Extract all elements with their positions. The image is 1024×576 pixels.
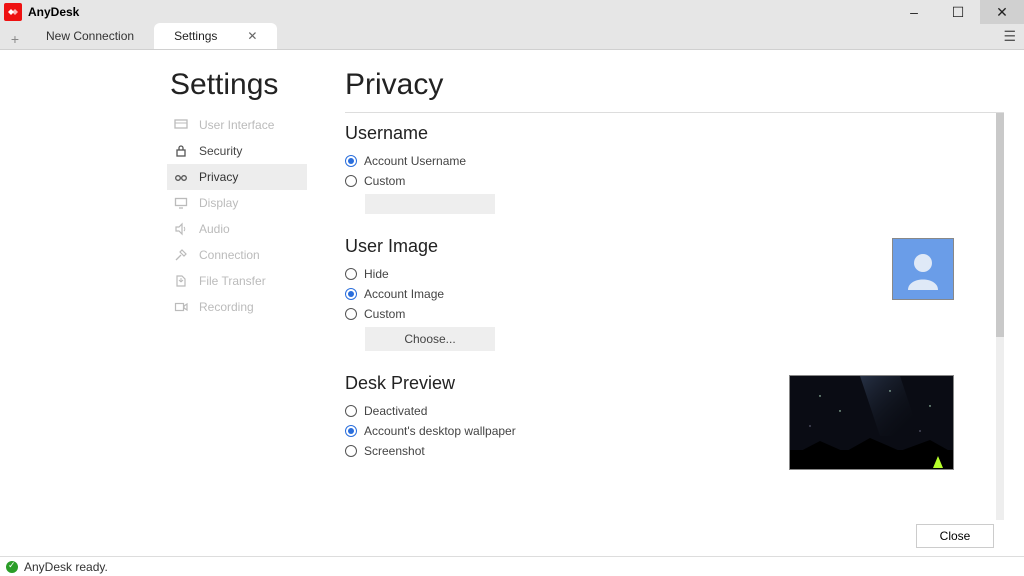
sidebar-item-label: Recording: [199, 300, 254, 314]
status-ok-icon: [6, 561, 18, 573]
plug-icon: [173, 247, 189, 263]
speaker-icon: [173, 221, 189, 237]
hamburger-menu-icon[interactable]: ☰: [1003, 28, 1016, 45]
sidebar-item-display[interactable]: Display: [167, 190, 307, 216]
status-text: AnyDesk ready.: [24, 560, 108, 574]
user-image-section: User Image Hide Account Image Custom Cho…: [345, 236, 994, 351]
sidebar-item-file-transfer[interactable]: File Transfer: [167, 268, 307, 294]
sidebar-item-recording[interactable]: Recording: [167, 294, 307, 320]
scrollbar-track[interactable]: [996, 113, 1004, 520]
glasses-icon: [173, 169, 189, 185]
scroll-area: Username Account Username Custom User Im…: [345, 112, 1004, 576]
sidebar-item-label: Connection: [199, 248, 260, 262]
username-section: Username Account Username Custom: [345, 123, 994, 214]
rec-icon: [173, 299, 189, 315]
new-tab-button[interactable]: +: [4, 29, 26, 49]
app-title: AnyDesk: [28, 5, 79, 19]
radio-icon: [345, 268, 357, 280]
radio-label: Account Username: [364, 154, 466, 168]
radio-custom-image[interactable]: Custom: [345, 307, 994, 321]
tab-settings[interactable]: Settings ✕: [154, 23, 277, 49]
section-title-username: Username: [345, 123, 994, 144]
file-icon: [173, 273, 189, 289]
tab-close-icon[interactable]: ✕: [247, 29, 257, 43]
content-area: Settings User Interface Security Privacy Di…: [0, 50, 1024, 576]
avatar-preview: [892, 238, 954, 300]
sidebar-item-label: Security: [199, 144, 242, 158]
desk-preview-section: Desk Preview Deactivated Account's deskt…: [345, 373, 994, 458]
titlebar: AnyDesk – ☐ ✕: [0, 0, 1024, 24]
radio-label: Account Image: [364, 287, 444, 301]
ui-icon: [173, 117, 189, 133]
settings-nav-column: Settings User Interface Security Privacy Di…: [150, 68, 345, 576]
lock-icon: [173, 143, 189, 159]
radio-icon: [345, 155, 357, 167]
window-controls: – ☐ ✕: [892, 0, 1024, 24]
settings-nav: User Interface Security Privacy Display Audi…: [167, 112, 307, 320]
monitor-icon: [173, 195, 189, 211]
sidebar-item-label: Privacy: [199, 170, 238, 184]
tab-new-connection[interactable]: New Connection: [26, 23, 154, 49]
settings-heading: Settings: [170, 68, 345, 102]
radio-label: Screenshot: [364, 444, 425, 458]
radio-icon: [345, 308, 357, 320]
tab-bar: + New Connection Settings ✕ ☰: [0, 24, 1024, 50]
sidebar-item-security[interactable]: Security: [167, 138, 307, 164]
radio-icon: [345, 288, 357, 300]
tab-label: New Connection: [46, 29, 134, 43]
maximize-button[interactable]: ☐: [936, 0, 980, 24]
sidebar-item-label: User Interface: [199, 118, 274, 132]
close-button[interactable]: Close: [916, 524, 994, 548]
choose-image-button[interactable]: Choose...: [365, 327, 495, 351]
tab-label: Settings: [174, 29, 217, 43]
sidebar-item-privacy[interactable]: Privacy: [167, 164, 307, 190]
radio-icon: [345, 405, 357, 417]
radio-label: Account's desktop wallpaper: [364, 424, 516, 438]
radio-label: Hide: [364, 267, 389, 281]
status-bar: AnyDesk ready.: [0, 556, 1024, 576]
radio-label: Custom: [364, 307, 405, 321]
radio-icon: [345, 425, 357, 437]
sidebar-item-label: Display: [199, 196, 238, 210]
close-window-button[interactable]: ✕: [980, 0, 1024, 24]
radio-label: Custom: [364, 174, 405, 188]
sidebar-item-connection[interactable]: Connection: [167, 242, 307, 268]
sidebar-item-label: File Transfer: [199, 274, 266, 288]
radio-label: Deactivated: [364, 404, 427, 418]
sidebar-item-audio[interactable]: Audio: [167, 216, 307, 242]
wallpaper-preview: [789, 375, 954, 470]
radio-account-username[interactable]: Account Username: [345, 154, 994, 168]
radio-custom-username[interactable]: Custom: [345, 174, 994, 188]
radio-icon: [345, 175, 357, 187]
radio-icon: [345, 445, 357, 457]
sidebar-item-user-interface[interactable]: User Interface: [167, 112, 307, 138]
sidebar-item-label: Audio: [199, 222, 230, 236]
minimize-button[interactable]: –: [892, 0, 936, 24]
page-title: Privacy: [345, 68, 1024, 102]
scrollbar-thumb[interactable]: [996, 113, 1004, 337]
main-panel: Privacy Username Account Username Custom…: [345, 68, 1024, 576]
app-logo-icon: [4, 3, 22, 21]
custom-username-input: [365, 194, 495, 214]
